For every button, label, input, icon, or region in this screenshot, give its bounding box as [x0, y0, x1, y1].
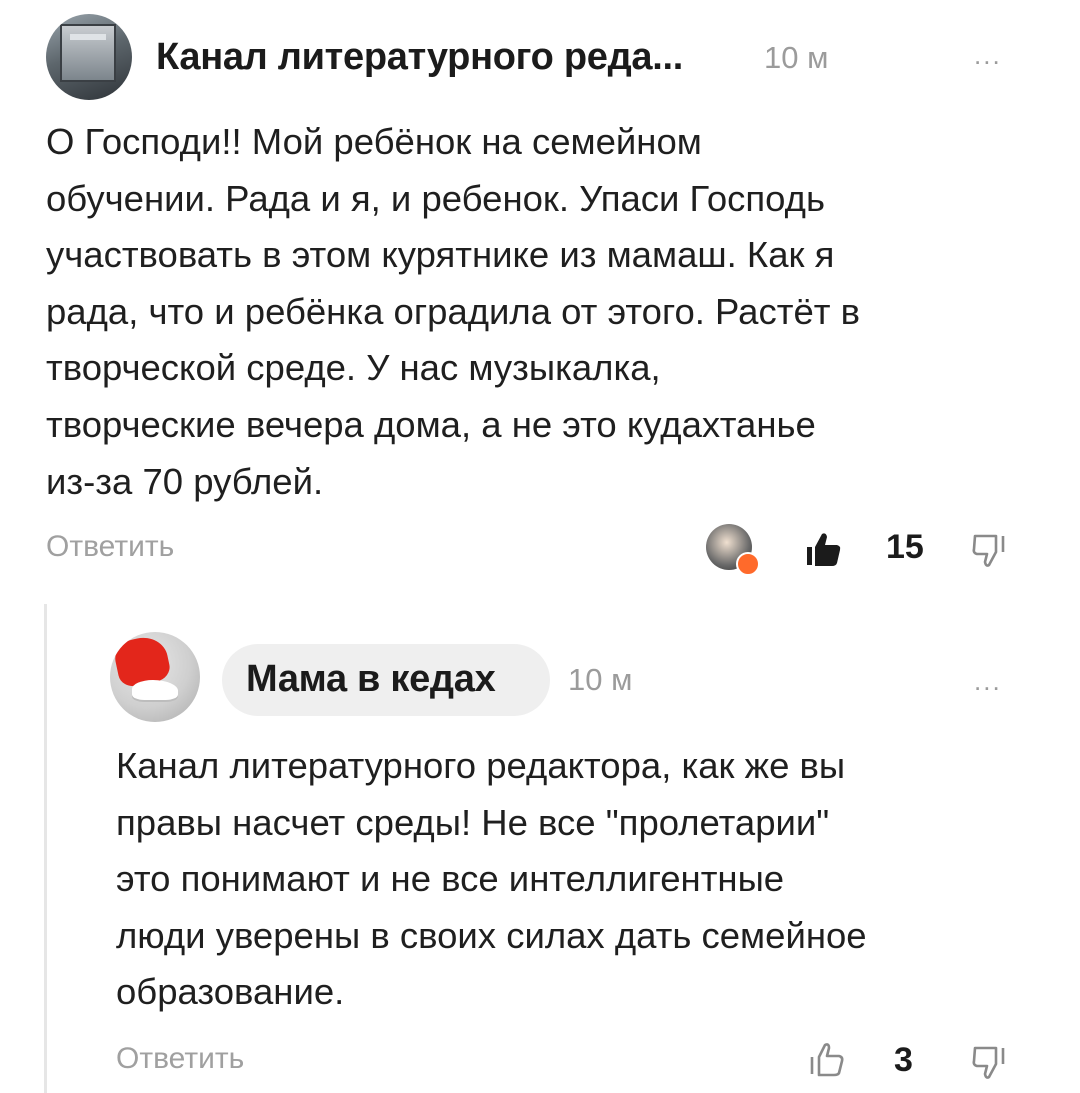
- comment-text: Канал литературного редактора, как же вы…: [116, 745, 867, 1013]
- thumbs-up-outline-icon[interactable]: [806, 1040, 846, 1080]
- author-avatar[interactable]: [110, 632, 200, 722]
- comment-time: 10 м: [568, 662, 633, 697]
- author-name[interactable]: Мама в кедах: [246, 658, 496, 701]
- comment-time: 10 м: [764, 40, 829, 75]
- comment-reply: Мама в кедах 10 м ... Канал литературног…: [0, 600, 1080, 1093]
- liker-avatar[interactable]: [706, 524, 762, 576]
- like-count: 15: [886, 528, 924, 566]
- more-options-button[interactable]: ...: [974, 40, 1002, 71]
- heart-icon: [736, 552, 760, 576]
- author-name[interactable]: Канал литературного реда...: [156, 36, 683, 79]
- comment-text: О Господи!! Мой ребёнок на семейном обуч…: [46, 121, 860, 502]
- thumbs-down-outline-icon[interactable]: [970, 1042, 1010, 1082]
- thumbs-up-filled-icon[interactable]: [804, 530, 844, 570]
- comment: Канал литературного реда... 10 м ... О Г…: [0, 0, 1080, 580]
- thumbs-down-outline-icon[interactable]: [970, 530, 1010, 570]
- more-options-button[interactable]: ...: [974, 666, 1002, 697]
- reply-button[interactable]: Ответить: [46, 530, 174, 564]
- like-count: 3: [894, 1041, 913, 1079]
- avatar-image-detail: [132, 680, 178, 700]
- author-avatar[interactable]: [46, 14, 132, 100]
- avatar-image: [60, 24, 116, 82]
- reply-button[interactable]: Ответить: [116, 1042, 244, 1076]
